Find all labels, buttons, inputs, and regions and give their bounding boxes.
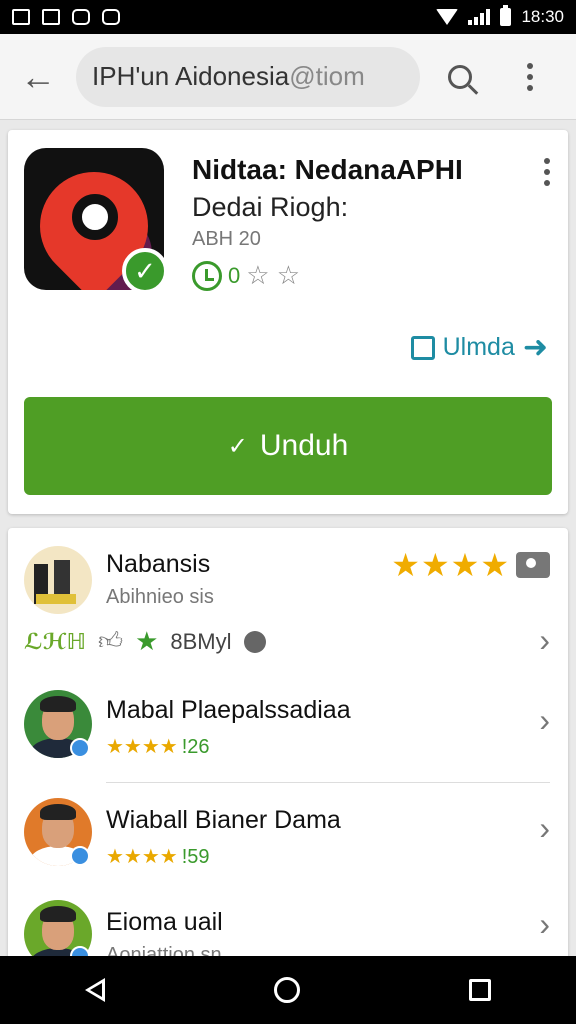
brand-icon: ℒℋℍ [24,628,86,654]
review-name: Nabansis [106,550,211,578]
reviews-card: Nabansis Abihnieo sis ★★★★ ℒℋℍ 👍︎ ★ 8BMy… [8,528,568,968]
install-button[interactable]: ✓ Unduh [24,397,552,495]
gift-icon [410,335,435,360]
search-query-suffix: @tiom [289,61,365,91]
more-info-link[interactable]: Ulmda ➜ [410,330,548,365]
status-bar: 18:30 [0,0,576,34]
review-name: Eioma uail [106,908,223,936]
app-bar: ← IPH'un Aidonesia @tiom [0,34,576,120]
review-actions: ℒℋℍ 👍︎ ★ 8BMyl [24,626,266,657]
mail-notification-icon [42,9,60,25]
overflow-menu-button[interactable] [500,34,560,120]
signal-icon [468,9,491,25]
arrow-right-icon: ➜ [522,331,548,364]
chevron-right-icon: › [539,622,550,658]
divider [106,782,550,783]
list-item[interactable]: Nabansis Abihnieo sis ★★★★ ℒℋℍ 👍︎ ★ 8BMy… [8,528,568,678]
chevron-right-icon: › [539,906,550,942]
review-name: Mabal Plaepalssadiaa [106,696,351,724]
search-input[interactable]: IPH'un Aidonesia @tiom [76,46,420,107]
review-name: Wiaball Bianer Dama [106,806,341,834]
app-info-card: ✓ Nidtaa: NedanaAPHI Dedai Riogh: ABH 20… [8,130,568,514]
check-icon: ✓ [227,432,248,460]
nav-home-button[interactable] [273,977,300,1003]
badge-icon [70,738,90,758]
camera-icon[interactable] [516,552,550,578]
list-item[interactable]: Wiaball Bianer Dama ★★★★ !59 › [8,784,568,888]
image-notification-icon [12,9,30,25]
rating-value: 0 [228,262,241,288]
install-label: Unduh [259,429,349,462]
review-subtitle: Abihnieo sis [106,586,214,608]
app-title: Nidtaa: NedanaAPHI [192,154,463,185]
app-meta: ABH 20 [192,228,261,250]
search-button[interactable] [420,34,500,120]
app-developer[interactable]: Dedai Riogh: [192,192,348,223]
clock-icon [192,260,222,291]
review-stars: ★★★★ !26 [106,736,210,758]
back-button[interactable]: ← [0,34,76,120]
arrow-left-icon: ← [20,55,56,97]
notification-icons [12,9,120,25]
chevron-right-icon: › [539,810,550,846]
thumb-up-icon[interactable]: 👍︎ [98,628,123,656]
clock-time: 18:30 [521,7,564,26]
wifi-icon [436,9,459,25]
review-stars: ★★★★ [391,547,510,583]
review-count: 8BMyl [170,628,232,654]
app-menu-button[interactable] [544,158,550,186]
info-icon[interactable] [243,630,266,653]
more-info-label: Ulmda [442,333,515,361]
search-query: IPH'un Aidonesia [92,61,290,91]
rating-stars: ☆ ☆ [246,260,301,290]
navigation-bar [0,956,576,1024]
nav-recents-button[interactable] [469,979,492,1001]
battery-icon [500,5,512,26]
chevron-right-icon: › [539,702,550,738]
system-icons: 18:30 [436,5,564,27]
avatar [24,546,92,614]
badge-icon [70,846,90,866]
app-notification-icon [102,9,120,25]
review-stars: ★★★★ !59 [106,846,210,868]
search-icon [448,64,472,89]
list-item[interactable]: Mabal Plaepalssadiaa ★★★★ !26 › [8,678,568,782]
nav-back-button[interactable] [84,978,105,1002]
star-icon[interactable]: ★ [135,626,158,657]
verified-check-icon: ✓ [122,248,168,294]
camera-notification-icon [72,9,90,25]
app-rating: 0 ☆ ☆ [192,260,300,291]
